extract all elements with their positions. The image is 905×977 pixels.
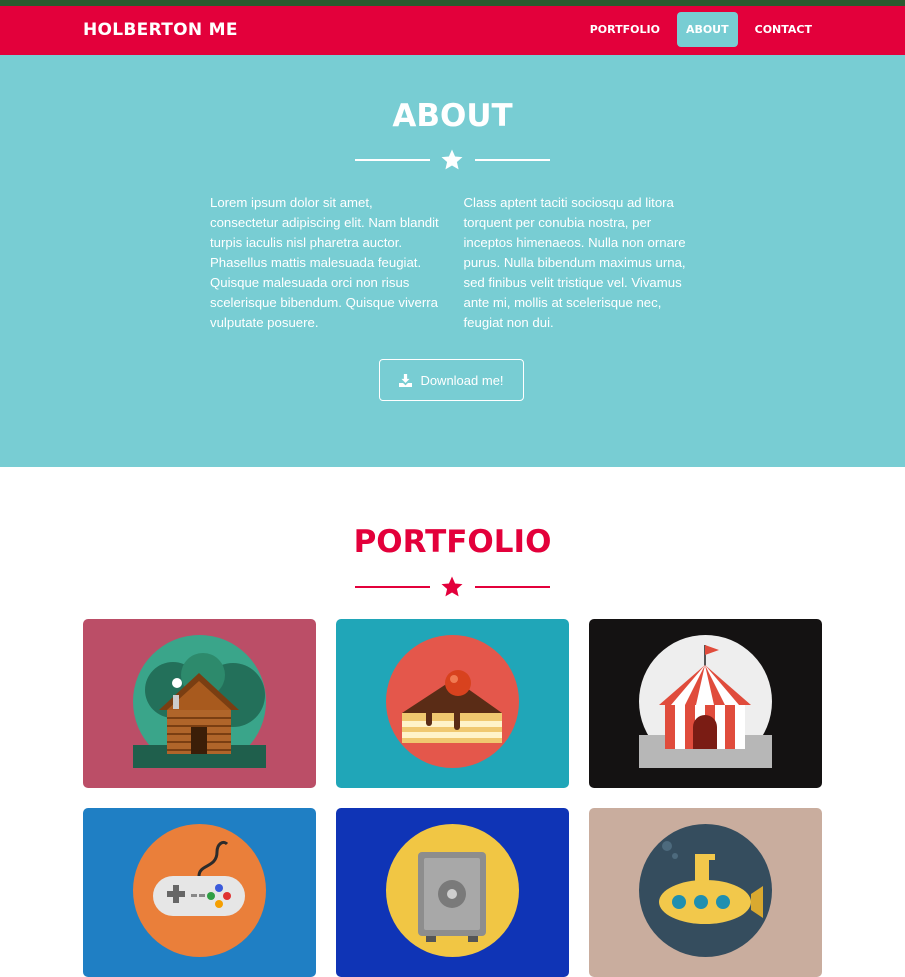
about-columns: Lorem ipsum dolor sit amet, consectetur … <box>210 193 695 333</box>
about-divider <box>355 148 550 172</box>
submarine-icon <box>639 824 772 957</box>
circus-tent-icon <box>639 635 772 768</box>
about-section: ABOUT Lorem ipsum dolor sit amet, consec… <box>0 55 905 467</box>
portfolio-title: PORTFOLIO <box>353 524 552 560</box>
about-text-left: Lorem ipsum dolor sit amet, consectetur … <box>210 195 439 330</box>
divider-line-right <box>475 586 550 588</box>
navbar: HOLBERTON ME PORTFOLIO ABOUT CONTACT <box>0 6 905 55</box>
nav-link-portfolio[interactable]: PORTFOLIO <box>581 12 669 47</box>
portfolio-item-submarine[interactable] <box>589 808 822 977</box>
portfolio-section: PORTFOLIO <box>0 467 905 977</box>
divider-line-right <box>475 159 550 161</box>
nav-link-about[interactable]: ABOUT <box>676 12 738 47</box>
about-text-right: Class aptent taciti sociosqu ad litora t… <box>463 195 686 330</box>
safe-icon <box>386 824 519 957</box>
star-icon <box>441 576 463 597</box>
portfolio-item-circus[interactable] <box>589 619 822 788</box>
portfolio-item-game[interactable] <box>83 808 316 977</box>
star-icon <box>441 149 463 170</box>
portfolio-divider <box>355 575 550 599</box>
portfolio-item-cabin[interactable] <box>83 619 316 788</box>
download-button[interactable]: Download me! <box>379 359 524 401</box>
cake-icon <box>386 635 519 768</box>
about-title: ABOUT <box>392 98 513 134</box>
game-controller-icon <box>133 824 266 957</box>
nav-link-contact[interactable]: CONTACT <box>746 12 821 47</box>
brand-link[interactable]: HOLBERTON ME <box>83 20 238 40</box>
portfolio-item-safe[interactable] <box>336 808 569 977</box>
download-icon <box>399 373 413 387</box>
nav-links: PORTFOLIO ABOUT CONTACT <box>581 12 821 47</box>
cabin-icon <box>133 635 266 768</box>
divider-line-left <box>355 586 430 588</box>
divider-line-left <box>355 159 430 161</box>
portfolio-item-cake[interactable] <box>336 619 569 788</box>
download-label: Download me! <box>420 372 504 388</box>
